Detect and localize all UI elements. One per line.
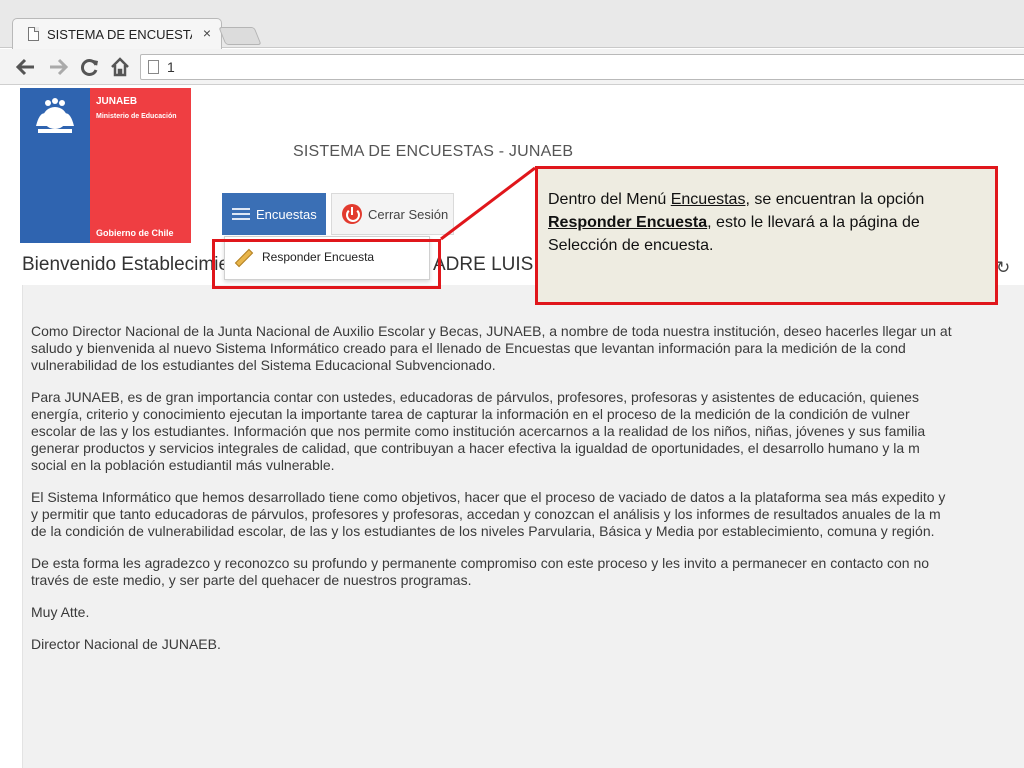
document-icon: [28, 27, 39, 41]
letter-signature: Director Nacional de JUNAEB.: [31, 636, 221, 652]
url-text: 1: [167, 59, 175, 75]
back-arrow-icon[interactable]: [14, 55, 38, 79]
encuestas-menu-button[interactable]: Encuestas: [222, 193, 326, 235]
system-title: SISTEMA DE ENCUESTAS - JUNAEB: [293, 143, 574, 160]
callout-encuestas-term: Encuestas: [670, 191, 746, 208]
logo-ministry: Ministerio de Educación: [96, 113, 177, 120]
close-icon[interactable]: ×: [203, 25, 211, 41]
reload-icon[interactable]: [78, 55, 102, 79]
letter-line: De esta forma les agradezco y reconozco …: [31, 555, 930, 571]
letter-line: través de este medio, y ser parte del qu…: [31, 572, 472, 588]
list-icon: [232, 207, 250, 221]
tab-strip: SISTEMA DE ENCUESTAS - ... ×: [0, 0, 1024, 49]
browser-window: SISTEMA DE ENCUESTAS - ... × 1: [0, 0, 1024, 768]
welcome-heading-tail: ADRE LUIS E: [433, 254, 552, 275]
forward-arrow-icon[interactable]: [46, 55, 70, 79]
welcome-heading: Bienvenido Establecimie: [22, 254, 230, 275]
browser-tab[interactable]: SISTEMA DE ENCUESTAS - ... ×: [12, 18, 222, 49]
new-tab-button[interactable]: [218, 27, 262, 45]
letter-line: social en la población estudiantil más v…: [31, 457, 335, 473]
logout-label: Cerrar Sesión: [368, 206, 449, 222]
instruction-callout: Dentro del Menú Encuestas, se encuentran…: [535, 166, 998, 305]
callout-text-2: , se encuentran la opción: [745, 191, 925, 208]
encuestas-label: Encuestas: [256, 206, 317, 222]
browser-toolbar: 1: [0, 49, 1024, 85]
letter-line: escolar de las y los estudiantes. Inform…: [31, 423, 926, 439]
tab-title: SISTEMA DE ENCUESTAS - ...: [47, 27, 192, 42]
letter-line: de la condición de vulnerabilidad escola…: [31, 523, 935, 539]
callout-responder-term: Responder Encuesta: [548, 214, 708, 231]
logo-red-panel: JUNAEB Ministerio de Educación Gobierno …: [90, 88, 191, 243]
letter-line: Como Director Nacional de la Junta Nacio…: [31, 323, 952, 339]
highlight-box: [212, 239, 441, 289]
welcome-letter: Como Director Nacional de la Junta Nacio…: [22, 285, 1024, 768]
junaeb-logo: JUNAEB Ministerio de Educación Gobierno …: [20, 88, 191, 243]
page-icon: [148, 60, 159, 74]
refresh-icon[interactable]: ↻: [996, 258, 1010, 278]
letter-line: Para JUNAEB, es de gran importancia cont…: [31, 389, 919, 405]
callout-text-1: Dentro del Menú: [548, 191, 671, 208]
address-bar[interactable]: 1: [140, 54, 1024, 80]
letter-line: y permitir que tanto educadoras de párvu…: [31, 506, 941, 522]
power-icon: [342, 204, 362, 224]
letter-line: generar productos y servicios integrales…: [31, 440, 920, 456]
letter-line: saludo y bienvenida al nuevo Sistema Inf…: [31, 340, 906, 356]
logo-government: Gobierno de Chile: [96, 228, 174, 238]
logo-org: JUNAEB: [96, 96, 138, 107]
chile-crest-icon: [36, 98, 74, 133]
home-icon[interactable]: [108, 55, 132, 79]
logo-blue-panel: [20, 88, 90, 243]
page: JUNAEB Ministerio de Educación Gobierno …: [0, 86, 1024, 768]
letter-line: vulnerabilidad de los estudiantes del Si…: [31, 357, 496, 373]
letter-closing: Muy Atte.: [31, 604, 90, 620]
letter-line: energía, criterio y conocimiento ejecuta…: [31, 406, 910, 422]
logout-button[interactable]: Cerrar Sesión: [331, 193, 454, 235]
letter-line: El Sistema Informático que hemos desarro…: [31, 489, 946, 505]
